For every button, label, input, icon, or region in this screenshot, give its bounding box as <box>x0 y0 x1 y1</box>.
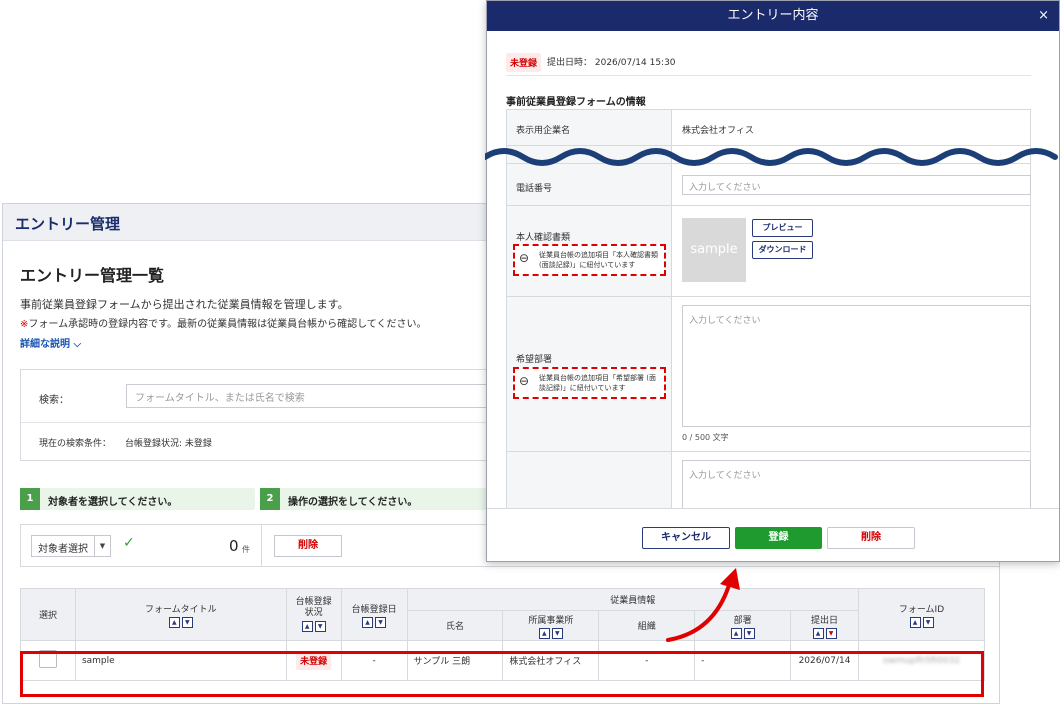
field-row-id-document: 本人確認書類 ⊖ 従業員台帳の追加項目「本人確認書類 (面談記録)」に紐付いてい… <box>506 206 1031 297</box>
sort-desc-icon[interactable]: ▼ <box>314 621 326 632</box>
step-1: 1 対象者を選択してください。 <box>20 488 255 510</box>
submitted-datetime: 提出日時： 2026/07/14 15:30 <box>547 58 676 68</box>
preview-button[interactable]: プレビュー <box>752 219 813 237</box>
company-value: 株式会社オフィス <box>682 126 754 136</box>
step-number: 1 <box>20 488 40 510</box>
sort-desc-icon[interactable]: ▼ <box>375 616 387 628</box>
bulk-delete-button[interactable]: 削除 <box>274 535 342 557</box>
col-office: 所属事業所 ▲ ▼ <box>502 610 600 641</box>
col-form-title: フォームタイトル ▲ ▼ <box>74 588 287 641</box>
close-icon[interactable]: × <box>1038 1 1049 31</box>
linked-field-note: ⊖ 従業員台帳の追加項目「希望部署 (面談記録)」に紐付いています <box>513 367 666 399</box>
step-2: 2 操作の選択をしてください。 <box>260 488 490 510</box>
col-name: 氏名 <box>406 610 504 641</box>
page-description: 事前従業員登録フォームから提出された従業員情報を管理します。 <box>20 298 349 311</box>
sort-controls[interactable]: ▲ ▼ <box>538 627 564 639</box>
detail-link[interactable]: 詳細な説明 ⌵ <box>20 335 81 350</box>
field-row-department: 希望部署 ⊖ 従業員台帳の追加項目「希望部署 (面談記録)」に紐付いています 入… <box>506 297 1031 452</box>
row-highlight-box <box>20 651 984 697</box>
sort-asc-icon[interactable]: ▲ <box>812 627 824 639</box>
sort-desc-icon[interactable]: ▼ <box>551 627 563 639</box>
col-employee-info: 従業員情報 <box>406 588 860 611</box>
entry-detail-modal: エントリー内容 × 未登録 提出日時： 2026/07/14 15:30 事前従… <box>486 0 1060 562</box>
selected-count: 0 <box>229 537 239 555</box>
wave-line <box>485 148 1058 166</box>
sort-desc-icon[interactable]: ▼ <box>181 616 193 628</box>
header-title: エントリー管理 <box>15 215 121 233</box>
sort-controls[interactable]: ▲ ▼ <box>301 621 327 632</box>
field-label: 希望部署 ⊖ 従業員台帳の追加項目「希望部署 (面談記録)」に紐付いています <box>507 297 672 451</box>
sort-asc-icon[interactable]: ▲ <box>168 616 180 628</box>
pointer-arrow <box>666 568 740 642</box>
sort-asc-icon[interactable]: ▲ <box>538 627 550 639</box>
page-title: エントリー管理一覧 <box>20 266 165 285</box>
arrow-head <box>720 568 740 590</box>
step-number: 2 <box>260 488 280 510</box>
page-note: ※フォーム承認時の登録内容です。最新の従業員情報は従業員台帳から確認してください… <box>20 315 427 330</box>
sort-controls[interactable]: ▲ ▼ <box>812 627 838 639</box>
status-badge: 未登録 <box>506 53 542 72</box>
field-label: 本人確認書類 ⊖ 従業員台帳の追加項目「本人確認書類 (面談記録)」に紐付いてい… <box>507 206 672 296</box>
id-document-thumbnail[interactable]: sample <box>682 218 746 282</box>
sort-asc-icon[interactable]: ▲ <box>301 621 313 632</box>
search-condition-label: 現在の検索条件： <box>39 439 112 449</box>
target-select-dropdown[interactable]: 対象者選択 ▼ <box>31 535 111 557</box>
target-select-label: 対象者選択 <box>38 544 88 555</box>
linked-field-note: ⊖ 従業員台帳の追加項目「本人確認書類 (面談記録)」に紐付いています <box>513 244 666 276</box>
wave-break-divider <box>485 148 1058 166</box>
register-button[interactable]: 登録 <box>735 527 822 549</box>
search-input[interactable]: フォームタイトル、または氏名で検索 <box>126 384 506 408</box>
col-form-id: フォームID ▲ ▼ <box>858 588 985 641</box>
modal-footer: キャンセル 登録 削除 <box>487 508 1059 561</box>
form-info-grid: 表示用企業名 株式会社オフィス 電話番号 入力してください 本人確認書類 ⊖ 従… <box>506 109 1031 522</box>
sort-desc-icon[interactable]: ▼ <box>825 627 837 639</box>
download-button[interactable]: ダウンロード <box>752 241 813 259</box>
sort-desc-icon[interactable]: ▼ <box>922 616 934 628</box>
chevron-down-icon: ▼ <box>94 536 110 556</box>
note-text: フォーム承認時の登録内容です。最新の従業員情報は従業員台帳から確認してください。 <box>28 319 427 330</box>
section-title: 事前従業員登録フォームの情報 <box>506 97 646 108</box>
modal-title: エントリー内容 <box>727 8 819 23</box>
sort-controls[interactable]: ▲ ▼ <box>168 616 194 628</box>
sort-controls[interactable]: ▲ ▼ <box>361 616 387 628</box>
arrow-shaft <box>666 580 732 642</box>
step-label: 操作の選択をしてください。 <box>288 497 418 508</box>
phone-input[interactable]: 入力してください <box>682 175 1031 195</box>
sort-asc-icon[interactable]: ▲ <box>909 616 921 628</box>
sort-asc-icon[interactable]: ▲ <box>362 616 374 628</box>
department-textarea[interactable]: 入力してください <box>682 305 1031 427</box>
link-icon: ⊖ <box>519 251 530 265</box>
delete-button[interactable]: 削除 <box>827 527 915 549</box>
divider <box>261 525 262 567</box>
col-submit-date: 提出日 ▲ ▼ <box>790 610 859 641</box>
link-icon: ⊖ <box>519 374 530 388</box>
selected-count-unit: 件 <box>242 545 250 554</box>
sort-controls[interactable]: ▲ ▼ <box>909 616 935 628</box>
char-count: 0 / 500 文字 <box>682 433 729 442</box>
col-select: 選択 <box>20 588 76 641</box>
divider <box>506 75 1031 76</box>
col-status: 台帳登録 状況 ▲ ▼ <box>285 588 342 641</box>
modal-header: エントリー内容 × <box>487 1 1059 31</box>
search-condition-value: 台帳登録状況: 未登録 <box>125 439 212 449</box>
search-label: 検索： <box>39 395 69 406</box>
cancel-button[interactable]: キャンセル <box>642 527 730 549</box>
col-reg-date: 台帳登録日 ▲ ▼ <box>340 588 408 641</box>
step-label: 対象者を選択してください。 <box>48 497 178 508</box>
check-icon: ✓ <box>123 535 135 551</box>
